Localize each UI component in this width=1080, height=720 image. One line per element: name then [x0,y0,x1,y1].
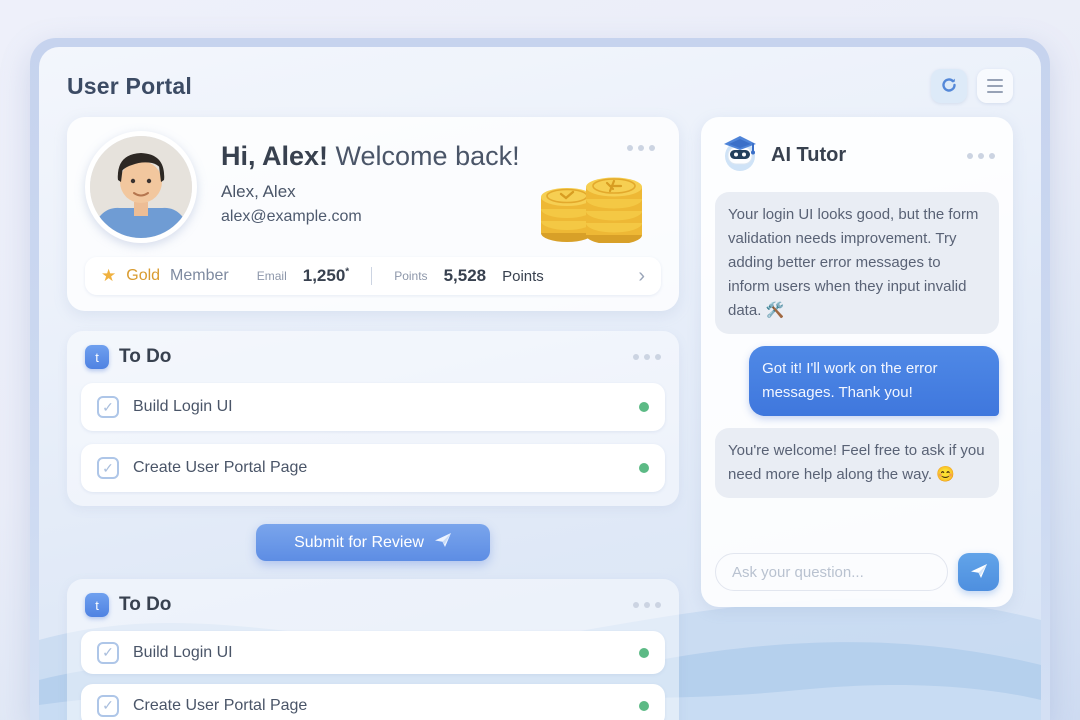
todo-card-primary: t To Do ✓ Build Login UI ✓ [67,331,679,506]
todo-item-label: Build Login UI [133,398,233,416]
status-dot-green [639,701,649,711]
todo-item-label: Create User Portal Page [133,697,307,715]
membership-stats-bar[interactable]: ★ Gold Member Email 1,250* Points 5,528 … [85,257,661,295]
todo-item-label: Create User Portal Page [133,459,307,477]
points-stat-label: Points [394,269,427,283]
todo-icon: t [85,345,109,369]
send-message-button[interactable] [958,553,999,591]
email-stat-label: Email [257,269,287,283]
todo-menu-dots[interactable] [633,354,661,360]
ai-tutor-panel: AI Tutor Your login UI looks good, but t… [701,117,1013,607]
profile-card: Hi, Alex! Welcome back! Alex, Alex alex@… [67,117,679,311]
refresh-button[interactable] [931,69,967,103]
menu-button[interactable] [977,69,1013,103]
robot-tutor-icon [719,133,761,178]
todo-header: t To Do [81,343,665,371]
checkbox-checked-icon[interactable]: ✓ [97,642,119,664]
app-window-inner: User Portal [39,47,1041,720]
greeting: Hi, Alex! Welcome back! [221,141,520,172]
greeting-name: Hi, Alex! [221,141,328,171]
status-dot-green [639,402,649,412]
status-dot-green [639,648,649,658]
todo-icon: t [85,593,109,617]
email-stat-footnote: * [345,266,349,277]
ai-tutor-menu-dots[interactable] [967,153,995,159]
refresh-icon [940,76,958,97]
coins-illustration [531,165,649,248]
checkbox-checked-icon[interactable]: ✓ [97,695,119,717]
todo-title: To Do [119,346,171,368]
chat-input-row [715,553,999,591]
submit-button-label: Submit for Review [294,534,424,552]
points-stat-value: 5,528 [444,266,487,286]
app-window: User Portal [30,38,1050,720]
user-email: alex@example.com [221,208,520,226]
ai-tutor-title: AI Tutor [771,144,846,167]
chat-question-input[interactable] [715,553,948,591]
todo-item[interactable]: ✓ Create User Portal Page [81,684,665,720]
member-tier: Gold [126,267,160,285]
checkbox-checked-icon[interactable]: ✓ [97,457,119,479]
window-header: User Portal [67,69,1013,103]
checkbox-checked-icon[interactable]: ✓ [97,396,119,418]
stat-divider [371,267,372,285]
profile-menu-dots[interactable] [627,145,655,151]
todo-item[interactable]: ✓ Build Login UI [81,383,665,431]
submit-for-review-button[interactable]: Submit for Review [256,524,490,561]
greeting-rest: Welcome back! [328,141,520,171]
chat-message-user: Got it! I'll work on the error messages.… [749,346,999,416]
page-title: User Portal [67,73,192,100]
member-tier-label: Member [170,267,229,285]
paper-plane-icon [970,563,988,582]
todo-item[interactable]: ✓ Build Login UI [81,631,665,674]
email-stat-value: 1,250* [303,266,349,286]
todo-item[interactable]: ✓ Create User Portal Page [81,444,665,492]
chevron-right-icon: › [638,266,645,286]
points-stat-suffix: Points [502,268,544,285]
header-actions [931,69,1013,103]
chat-message-ai: You're welcome! Feel free to ask if you … [715,428,999,498]
hamburger-icon [987,79,1003,93]
user-name: Alex, Alex [221,182,520,202]
todo-item-label: Build Login UI [133,644,233,662]
todo-header: t To Do [81,591,665,619]
todo-card-secondary: t To Do ✓ Build Login UI ✓ [67,579,679,720]
desktop-background: User Portal [0,0,1080,720]
status-dot-green [639,463,649,473]
chat-message-ai: Your login UI looks good, but the form v… [715,192,999,334]
gold-star-icon: ★ [101,266,116,286]
ai-tutor-header: AI Tutor [715,131,999,180]
todo-title: To Do [119,594,171,616]
todo-menu-dots[interactable] [633,602,661,608]
user-avatar [85,131,197,243]
paper-plane-icon [434,532,452,553]
